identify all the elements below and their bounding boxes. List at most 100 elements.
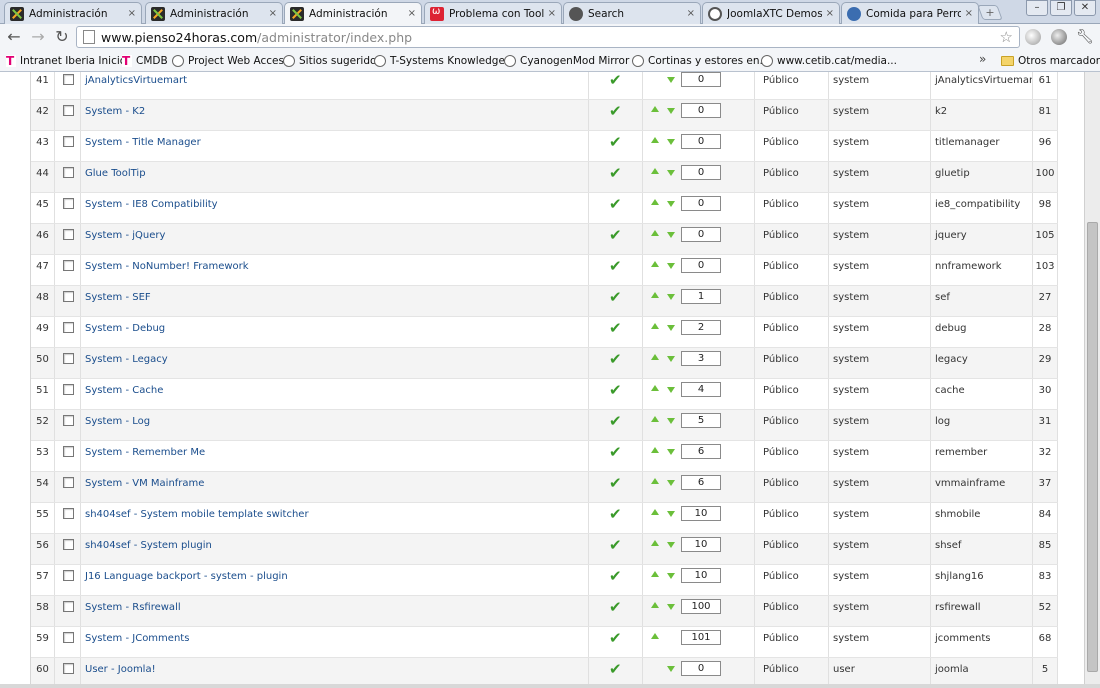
plugin-name-link[interactable]: System - Rsfirewall [85, 602, 181, 613]
plugin-name-link[interactable]: System - SEF [85, 292, 151, 303]
row-checkbox[interactable] [63, 260, 74, 271]
order-input[interactable] [681, 196, 721, 211]
move-up-icon[interactable] [651, 416, 659, 422]
move-up-icon[interactable] [651, 230, 659, 236]
access-level[interactable]: Público [755, 565, 829, 595]
bookmark-item[interactable]: CyanogenMod Mirror ... [504, 53, 643, 69]
order-input[interactable] [681, 599, 721, 614]
plugin-name-link[interactable]: System - Log [85, 416, 150, 427]
scrollbar-thumb[interactable] [1087, 222, 1098, 672]
plugin-name-link[interactable]: User - Joomla! [85, 664, 156, 675]
order-input[interactable] [681, 103, 721, 118]
access-level[interactable]: Público [755, 596, 829, 626]
move-down-icon[interactable] [667, 480, 675, 486]
access-level[interactable]: Público [755, 224, 829, 254]
checkmark-icon[interactable]: ✔ [609, 629, 622, 647]
order-input[interactable] [681, 320, 721, 335]
move-up-icon[interactable] [651, 571, 659, 577]
plugin-name-link[interactable]: J16 Language backport - system - plugin [85, 571, 288, 582]
close-window-button[interactable]: ✕ [1074, 0, 1096, 16]
new-tab-button[interactable]: + [977, 5, 1003, 20]
order-input[interactable] [681, 661, 721, 676]
move-down-icon[interactable] [667, 418, 675, 424]
horizontal-scrollbar[interactable] [0, 684, 1100, 688]
move-down-icon[interactable] [667, 108, 675, 114]
maximize-button[interactable]: ❐ [1050, 0, 1072, 16]
back-button[interactable]: ← [4, 27, 24, 47]
move-up-icon[interactable] [651, 323, 659, 329]
order-input[interactable] [681, 289, 721, 304]
row-checkbox[interactable] [63, 570, 74, 581]
plugin-name-link[interactable]: Glue ToolTip [85, 168, 146, 179]
close-icon[interactable]: × [269, 8, 277, 19]
forward-button[interactable]: → [28, 27, 48, 47]
plugin-name-link[interactable]: System - Remember Me [85, 447, 205, 458]
plugin-name-link[interactable]: System - jQuery [85, 230, 165, 241]
checkmark-icon[interactable]: ✔ [609, 102, 622, 120]
row-checkbox[interactable] [63, 353, 74, 364]
order-input[interactable] [681, 227, 721, 242]
move-up-icon[interactable] [651, 633, 659, 639]
checkmark-icon[interactable]: ✔ [609, 133, 622, 151]
order-input[interactable] [681, 630, 721, 645]
row-checkbox[interactable] [63, 74, 74, 85]
plugin-name-link[interactable]: System - Title Manager [85, 137, 201, 148]
move-up-icon[interactable] [651, 540, 659, 546]
move-down-icon[interactable] [667, 201, 675, 207]
browser-tab[interactable]: Problema con ToolTips ( × [424, 2, 562, 24]
close-icon[interactable]: × [826, 8, 834, 19]
plugin-name-link[interactable]: System - Legacy [85, 354, 168, 365]
access-level[interactable]: Público [755, 348, 829, 378]
move-up-icon[interactable] [651, 509, 659, 515]
access-level[interactable]: Público [755, 472, 829, 502]
checkmark-icon[interactable]: ✔ [609, 72, 622, 89]
row-checkbox[interactable] [63, 167, 74, 178]
row-checkbox[interactable] [63, 136, 74, 147]
plugin-name-link[interactable]: System - Cache [85, 385, 163, 396]
move-down-icon[interactable] [667, 232, 675, 238]
order-input[interactable] [681, 475, 721, 490]
access-level[interactable]: Público [755, 193, 829, 223]
checkmark-icon[interactable]: ✔ [609, 598, 622, 616]
move-down-icon[interactable] [667, 170, 675, 176]
move-up-icon[interactable] [651, 137, 659, 143]
wrench-icon[interactable]: 🔧︎ [1076, 29, 1094, 45]
access-level[interactable]: Público [755, 286, 829, 316]
move-down-icon[interactable] [667, 449, 675, 455]
browser-tab[interactable]: Search × [563, 2, 701, 24]
access-level[interactable]: Público [755, 317, 829, 347]
browser-tab[interactable]: Administración × [4, 2, 142, 24]
order-input[interactable] [681, 258, 721, 273]
plugin-name-link[interactable]: System - Debug [85, 323, 165, 334]
row-checkbox[interactable] [63, 601, 74, 612]
access-level[interactable]: Público [755, 379, 829, 409]
order-input[interactable] [681, 134, 721, 149]
checkmark-icon[interactable]: ✔ [609, 381, 622, 399]
checkmark-icon[interactable]: ✔ [609, 412, 622, 430]
access-level[interactable]: Público [755, 658, 829, 684]
move-down-icon[interactable] [667, 263, 675, 269]
checkmark-icon[interactable]: ✔ [609, 474, 622, 492]
order-input[interactable] [681, 382, 721, 397]
row-checkbox[interactable] [63, 508, 74, 519]
plugin-name-link[interactable]: jAnalyticsVirtuemart [85, 75, 187, 86]
move-down-icon[interactable] [667, 542, 675, 548]
row-checkbox[interactable] [63, 105, 74, 116]
move-down-icon[interactable] [667, 77, 675, 83]
move-down-icon[interactable] [667, 387, 675, 393]
plugin-name-link[interactable]: System - K2 [85, 106, 145, 117]
access-level[interactable]: Público [755, 503, 829, 533]
address-bar[interactable]: www.pienso24horas.com/administrator/inde… [76, 26, 1020, 48]
plugin-name-link[interactable]: System - JComments [85, 633, 189, 644]
access-level[interactable]: Público [755, 441, 829, 471]
row-checkbox[interactable] [63, 229, 74, 240]
close-icon[interactable]: × [965, 8, 973, 19]
move-down-icon[interactable] [667, 604, 675, 610]
star-icon[interactable]: ☆ [1000, 28, 1013, 46]
checkmark-icon[interactable]: ✔ [609, 505, 622, 523]
move-up-icon[interactable] [651, 447, 659, 453]
checkmark-icon[interactable]: ✔ [609, 164, 622, 182]
row-checkbox[interactable] [63, 663, 74, 674]
move-down-icon[interactable] [667, 294, 675, 300]
plugin-name-link[interactable]: sh404sef - System plugin [85, 540, 212, 551]
